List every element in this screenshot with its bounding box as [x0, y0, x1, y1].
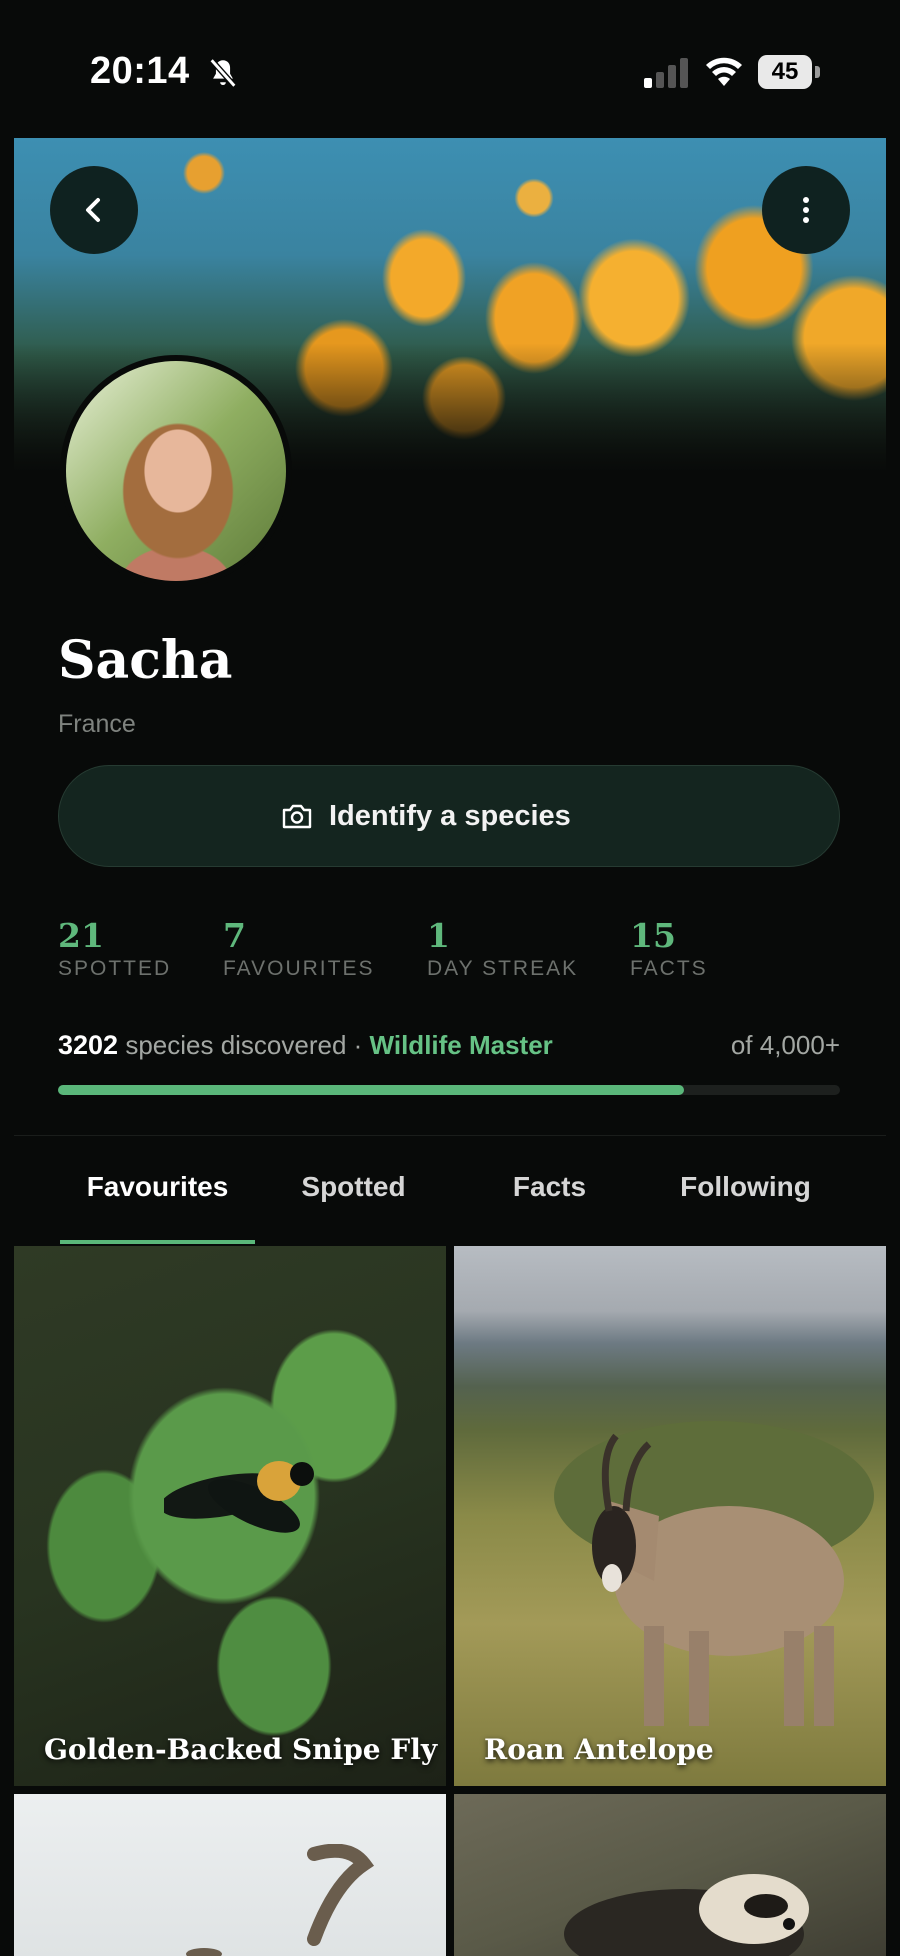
bell-muted-icon — [209, 58, 237, 88]
snipe-fly-image — [164, 1461, 314, 1533]
tab-following[interactable]: Following — [648, 1136, 843, 1244]
battery-level: 45 — [758, 55, 812, 89]
battery-indicator: 45 — [758, 55, 820, 89]
signal-icon — [644, 58, 688, 88]
stat-favourites[interactable]: 7 FAVOURITES — [223, 918, 374, 984]
stat-value: 1 — [427, 916, 450, 955]
favourite-card[interactable]: Golden-Backed Snipe Fly — [14, 1246, 446, 1786]
back-button[interactable] — [50, 166, 138, 254]
card-caption: Golden-Backed Snipe Fly — [44, 1733, 438, 1766]
favourite-card[interactable] — [14, 1794, 446, 1956]
animal-image — [564, 1874, 809, 1956]
stat-value: 15 — [630, 916, 676, 955]
battery-cap — [815, 66, 820, 78]
status-time: 20:14 — [90, 50, 190, 92]
stat-value: 21 — [58, 916, 104, 955]
profile-tabs: Favourites Spotted Facts Following — [14, 1136, 886, 1244]
progress-bar-fill — [58, 1085, 684, 1095]
favourite-card[interactable] — [454, 1794, 886, 1956]
favourite-card[interactable]: Roan Antelope — [454, 1246, 886, 1786]
stat-label: FAVOURITES — [223, 957, 375, 980]
stat-spotted[interactable]: 21 SPOTTED — [58, 918, 171, 984]
identify-species-button[interactable]: Identify a species — [58, 765, 840, 867]
more-options-button[interactable] — [762, 166, 850, 254]
avatar[interactable] — [60, 355, 292, 587]
species-progress: 3202 species discovered · Wildlife Maste… — [58, 1030, 840, 1070]
stat-label: DAY STREAK — [427, 957, 579, 980]
species-text: species discovered · — [125, 1030, 363, 1060]
species-count: 3202 — [58, 1030, 119, 1060]
stat-day-streak[interactable]: 1 DAY STREAK — [427, 918, 578, 984]
progress-bar — [58, 1085, 840, 1095]
stat-facts[interactable]: 15 FACTS — [630, 918, 708, 984]
roan-antelope-image — [554, 1421, 874, 1726]
tab-spotted[interactable]: Spotted — [256, 1136, 451, 1244]
profile-country: France — [58, 710, 136, 738]
chevron-left-icon — [86, 198, 100, 222]
animal-image — [186, 1844, 375, 1956]
camera-icon — [282, 804, 312, 829]
level-title: Wildlife Master — [369, 1030, 553, 1060]
identify-species-label: Identify a species — [329, 800, 571, 832]
tab-favourites[interactable]: Favourites — [60, 1136, 255, 1244]
avatar-photo — [66, 361, 286, 581]
card-caption: Roan Antelope — [484, 1733, 714, 1766]
profile-name: Sacha — [58, 630, 233, 691]
stat-label: FACTS — [630, 957, 708, 980]
stat-value: 7 — [223, 916, 246, 955]
status-bar: 20:14 45 — [0, 0, 900, 138]
stat-label: SPOTTED — [58, 957, 172, 980]
tab-facts[interactable]: Facts — [452, 1136, 647, 1244]
more-vertical-icon — [803, 197, 809, 223]
species-total: of 4,000+ — [730, 1030, 840, 1060]
wifi-icon — [706, 57, 742, 86]
